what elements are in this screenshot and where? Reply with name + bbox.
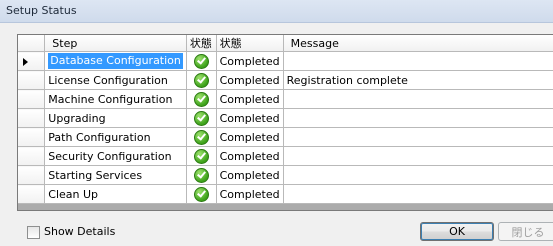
status-icon-cell[interactable]: [186, 89, 217, 109]
status-cell[interactable]: Completed: [216, 165, 284, 185]
title-bar: Setup Status: [0, 0, 553, 23]
show-details-label[interactable]: Show Details: [44, 225, 115, 238]
check-icon: [193, 91, 209, 107]
step-name: Upgrading: [48, 111, 106, 125]
step-cell[interactable]: Starting Services: [44, 165, 187, 185]
check-icon: [193, 72, 209, 88]
step-name: License Configuration: [48, 73, 168, 87]
message-cell[interactable]: [283, 127, 553, 147]
status-icon-cell[interactable]: [186, 70, 217, 90]
status-cell[interactable]: Completed: [216, 89, 284, 109]
check-icon: [193, 167, 209, 183]
row-header[interactable]: [18, 146, 46, 166]
table-row[interactable]: License Configuration Completed Registrati…: [18, 70, 553, 90]
status-icon-cell[interactable]: [186, 146, 217, 166]
table-row[interactable]: Database Configuration Completed: [18, 51, 553, 71]
current-row-arrow-icon: [23, 58, 28, 66]
row-header[interactable]: [18, 127, 46, 147]
column-header-status-icon[interactable]: 状態: [186, 35, 217, 52]
row-header[interactable]: [18, 108, 46, 128]
table-row[interactable]: Clean Up Completed: [18, 184, 553, 204]
step-name: Clean Up: [48, 187, 99, 201]
ok-button[interactable]: OK: [420, 222, 494, 241]
step-name: Path Configuration: [48, 130, 151, 144]
row-header[interactable]: [18, 165, 46, 185]
row-header[interactable]: [18, 184, 46, 204]
step-cell[interactable]: Machine Configuration: [44, 89, 187, 109]
header-row: Step 状態 状態 Message: [18, 35, 553, 52]
status-icon-cell[interactable]: [186, 184, 217, 204]
message-cell[interactable]: [283, 184, 553, 204]
step-name: Database Configuration: [48, 53, 183, 69]
row-header[interactable]: [18, 51, 46, 71]
show-details-checkbox[interactable]: [27, 226, 40, 239]
message-cell[interactable]: [283, 146, 553, 166]
step-cell[interactable]: Security Configuration: [44, 146, 187, 166]
check-icon: [193, 129, 209, 145]
status-cell[interactable]: Completed: [216, 184, 284, 204]
column-header-step[interactable]: Step: [44, 35, 187, 52]
check-icon: [193, 53, 209, 69]
step-name: Starting Services: [48, 168, 143, 182]
setup-status-window: Setup Status Step 状態 状態 Message Database: [0, 0, 553, 246]
status-icon-cell[interactable]: [186, 108, 217, 128]
window-title: Setup Status: [6, 4, 77, 17]
row-header[interactable]: [18, 70, 46, 90]
status-icon-cell[interactable]: [186, 165, 217, 185]
check-icon: [193, 110, 209, 126]
step-cell[interactable]: Clean Up: [44, 184, 187, 204]
message-cell[interactable]: [283, 108, 553, 128]
row-header[interactable]: [18, 89, 46, 109]
status-cell[interactable]: Completed: [216, 146, 284, 166]
status-cell[interactable]: Completed: [216, 51, 284, 71]
status-icon-cell[interactable]: [186, 127, 217, 147]
status-icon-cell[interactable]: [186, 51, 217, 71]
message-cell[interactable]: Registration complete: [283, 70, 553, 90]
step-name: Machine Configuration: [48, 92, 173, 106]
setup-steps-grid[interactable]: Step 状態 状態 Message Database Configuratio…: [17, 34, 553, 211]
footer: Show Details OK 閉じる: [0, 211, 553, 246]
row-header-corner: [18, 35, 46, 52]
column-header-status[interactable]: 状態: [216, 35, 284, 52]
table-row[interactable]: Starting Services Completed: [18, 165, 553, 185]
column-header-message[interactable]: Message: [283, 35, 553, 52]
table-row[interactable]: Security Configuration Completed: [18, 146, 553, 166]
check-icon: [193, 148, 209, 164]
close-button: 閉じる: [498, 222, 553, 241]
table-row[interactable]: Upgrading Completed: [18, 108, 553, 128]
step-name: Security Configuration: [48, 149, 172, 163]
step-cell[interactable]: Upgrading: [44, 108, 187, 128]
status-cell[interactable]: Completed: [216, 108, 284, 128]
message-cell[interactable]: [283, 89, 553, 109]
message-cell[interactable]: [283, 51, 553, 71]
step-cell[interactable]: License Configuration: [44, 70, 187, 90]
check-icon: [193, 186, 209, 202]
status-cell[interactable]: Completed: [216, 70, 284, 90]
message-cell[interactable]: [283, 165, 553, 185]
step-cell[interactable]: Database Configuration: [44, 51, 187, 71]
table-row[interactable]: Path Configuration Completed: [18, 127, 553, 147]
step-cell[interactable]: Path Configuration: [44, 127, 187, 147]
table-row[interactable]: Machine Configuration Completed: [18, 89, 553, 109]
steps-table: Step 状態 状態 Message Database Configuratio…: [18, 35, 553, 204]
status-cell[interactable]: Completed: [216, 127, 284, 147]
